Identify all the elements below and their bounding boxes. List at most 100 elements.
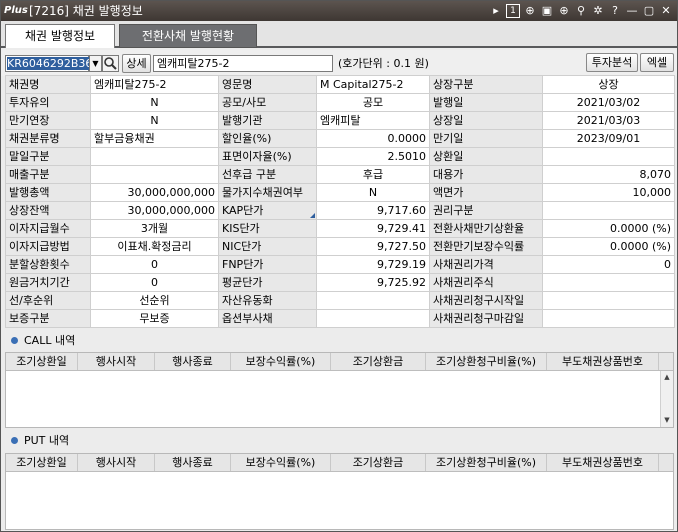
field-label: 발행기관 [218, 111, 317, 130]
scroll-down-icon[interactable]: ▼ [661, 414, 673, 427]
field-label: 이자지급월수 [5, 219, 91, 238]
call-scrollbar[interactable]: ▲ ▼ [660, 371, 673, 427]
field-value: 3개월 [90, 219, 219, 238]
field-value: 이표채.확정금리 [90, 237, 219, 256]
info-row: 매출구분 선후급 구분 후급 대용가 8,070 [5, 165, 675, 184]
invest-analysis-button[interactable]: 투자분석 [586, 53, 638, 72]
field-label: 사채권리주식 [429, 273, 543, 292]
bond-code-input[interactable]: KR6046292B36 [5, 55, 93, 72]
field-value: 9,729.19 [316, 255, 430, 274]
field-value: 상장 [542, 75, 675, 94]
info-row: 분할상환횟수 0 FNP단가 9,729.19 사채권리가격 0 [5, 255, 675, 274]
field-label: 만기연장 [5, 111, 91, 130]
field-value [316, 309, 430, 328]
price-unit-text: (호가단위 : 0.1 원) [338, 57, 429, 70]
call-title-text: CALL 내역 [24, 334, 76, 347]
field-label: 말일구분 [5, 147, 91, 166]
column-header[interactable]: 보장수익률(%) [231, 454, 331, 471]
screenshot-icon[interactable]: ▣ [540, 4, 554, 18]
field-value: 9,729.41 [316, 219, 430, 238]
field-label: 전환만기보장수익률 [429, 237, 543, 256]
info-row: 만기연장 N 발행기관 엠캐피탈 상장일 2021/03/03 [5, 111, 675, 130]
column-header[interactable]: 행사종료 [155, 353, 231, 370]
column-header[interactable]: 보장수익률(%) [231, 353, 331, 370]
put-section-title: PUT 내역 [5, 433, 69, 449]
pin-icon[interactable]: ▸ [489, 4, 503, 18]
tab-bond-issue-info[interactable]: 채권 발행정보 [5, 24, 115, 48]
column-header[interactable]: 조기상환금 [331, 454, 426, 471]
info-row: 투자유의 N 공모/사모 공모 발행일 2021/03/02 [5, 93, 675, 112]
scroll-up-icon[interactable]: ▲ [661, 371, 673, 384]
field-label: 발행총액 [5, 183, 91, 202]
field-label: 권리구분 [429, 201, 543, 220]
info-row: 선/후순위 선순위 자산유동화 사채권리청구시작일 [5, 291, 675, 310]
field-label: 투자유의 [5, 93, 91, 112]
call-table-body[interactable]: ▲ ▼ [6, 371, 673, 427]
excel-button[interactable]: 엑셀 [640, 53, 674, 72]
bullet-icon [11, 437, 18, 444]
page-one-icon[interactable]: 1 [506, 4, 520, 18]
title-bar: Plus [7216] 채권 발행정보 ▸ 1 ⊕ ▣ ⊕ ⚲ ✲? — ▢ ✕ [1, 1, 677, 21]
column-header[interactable]: 조기상환청구비율(%) [426, 454, 547, 471]
field-value: M Capital275-2 [316, 75, 430, 94]
field-value: 2021/03/03 [542, 111, 675, 130]
field-value: 0.0000 [316, 129, 430, 148]
minimize-icon[interactable]: — [625, 4, 639, 18]
field-label: 액면가 [429, 183, 543, 202]
thumbtack-icon[interactable]: ⚲ [574, 4, 588, 18]
field-value: 공모 [316, 93, 430, 112]
column-header[interactable]: 조기상환청구비율(%) [426, 353, 547, 370]
tab-convertible-bond-status[interactable]: 전환사채 발행현황 [119, 24, 257, 48]
close-icon[interactable]: ✕ [659, 4, 673, 18]
search-zoom-icon[interactable]: ⊕ [557, 4, 571, 18]
field-value: N [316, 183, 430, 202]
call-table: 조기상환일 행사시작 행사종료 보장수익률(%) 조기상환금 조기상환청구비율(%) 부도채… [5, 352, 674, 428]
column-header[interactable]: 행사종료 [155, 454, 231, 471]
search-icon [104, 57, 117, 70]
field-value: 엠캐피탈275-2 [90, 75, 219, 94]
field-value: 2.5010 [316, 147, 430, 166]
field-label: 만기일 [429, 129, 543, 148]
info-row: 채권분류명 할부금융채권 할인율(%) 0.0000 만기일 2023/09/01 [5, 129, 675, 148]
search-button[interactable] [102, 55, 119, 72]
column-header[interactable]: 행사시작 [78, 454, 155, 471]
bond-name-field: 엠캐피탈275-2 [153, 55, 333, 72]
field-label: 평균단가 [218, 273, 317, 292]
field-label: 상장일 [429, 111, 543, 130]
column-header[interactable]: 조기상환금 [331, 353, 426, 370]
info-row: 이자지급방법 이표채.확정금리 NIC단가 9,727.50 전환만기보장수익률 0.00… [5, 237, 675, 256]
field-value: 할부금융채권 [90, 129, 219, 148]
field-label: 매출구분 [5, 165, 91, 184]
field-label: 채권분류명 [5, 129, 91, 148]
maximize-icon[interactable]: ▢ [642, 4, 656, 18]
field-label: 보증구분 [5, 309, 91, 328]
code-dropdown-button[interactable]: ▼ [89, 55, 102, 72]
zoom-in-icon[interactable]: ⊕ [523, 4, 537, 18]
field-label: 사채권리청구마감일 [429, 309, 543, 328]
column-header[interactable]: 부도채권상품번호 [547, 454, 659, 471]
field-label: 대용가 [429, 165, 543, 184]
info-row: 발행총액 30,000,000,000 물가지수채권여부 N 액면가 10,000 [5, 183, 675, 202]
field-value [542, 309, 675, 328]
column-header[interactable]: 조기상환일 [6, 454, 78, 471]
field-value: N [90, 111, 219, 130]
column-header[interactable]: 조기상환일 [6, 353, 78, 370]
field-value [542, 201, 675, 220]
field-value: 30,000,000,000 [90, 201, 219, 220]
field-label: 할인율(%) [218, 129, 317, 148]
field-label: 선후급 구분 [218, 165, 317, 184]
column-header[interactable]: 부도채권상품번호 [547, 353, 659, 370]
column-header[interactable]: 행사시작 [78, 353, 155, 370]
field-label: 사채권리가격 [429, 255, 543, 274]
put-table-body[interactable] [6, 472, 673, 529]
settings-icon[interactable]: ✲ [591, 4, 605, 18]
detail-button[interactable]: 상세 [122, 54, 151, 73]
field-label: 영문명 [218, 75, 317, 94]
field-label: 상환일 [429, 147, 543, 166]
field-value: 무보증 [90, 309, 219, 328]
call-table-header: 조기상환일 행사시작 행사종료 보장수익률(%) 조기상환금 조기상환청구비율(%) 부도채… [6, 353, 673, 371]
bond-info-grid: 채권명 엠캐피탈275-2 영문명 M Capital275-2 상장구분 상장 투자유의 N… [5, 75, 675, 328]
field-label: 발행일 [429, 93, 543, 112]
help-icon[interactable]: ? [608, 4, 622, 18]
call-section-title: CALL 내역 [5, 333, 75, 349]
